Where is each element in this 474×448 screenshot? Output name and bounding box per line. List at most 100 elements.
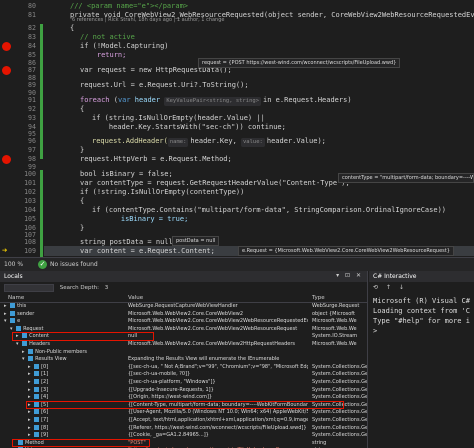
locals-row-type: System.Collections.Generi xyxy=(312,432,368,439)
expand-chevron-icon[interactable]: ▸ xyxy=(4,311,8,317)
editor-gutter[interactable]: 80 81 82 83 84 85 86 87 88 89 90 91 92 93 94 95 96 97 98 99… xyxy=(0,0,44,257)
line-number: 98 xyxy=(28,155,36,163)
expand-chevron-icon[interactable]: ▸ xyxy=(28,402,32,408)
breakpoint-icon[interactable] xyxy=(2,155,11,164)
column-type[interactable]: Type xyxy=(312,295,325,301)
locals-row-name: ▸ [1] xyxy=(28,371,49,378)
datatip-post-data[interactable]: postData = null xyxy=(172,236,220,246)
locals-row[interactable]: ▸ [3] {[Upgrade-Insecure-Requests, 1]} Sys… xyxy=(0,386,368,395)
datatip-content-type[interactable]: contentType = "multipart/form-data; boun… xyxy=(338,173,474,183)
locals-row-name: ▸ this xyxy=(4,303,27,309)
breakpoint-icon[interactable] xyxy=(2,66,11,75)
locals-row[interactable]: ▸ Content null System.IO.Stream xyxy=(0,333,367,341)
locals-row[interactable]: ▾ e Microsoft.Web.WebView2.Core.CoreWebVi… xyxy=(0,318,367,326)
locals-row-name: ▸ [8] xyxy=(28,424,49,431)
locals-title: Locals xyxy=(4,273,23,280)
locals-row[interactable]: ▸ [2] {[sec-ch-ua-platform, "Windows"]} Sy… xyxy=(0,379,368,387)
search-depth-value[interactable]: 3 xyxy=(105,285,109,291)
interactive-prompt[interactable]: > xyxy=(373,327,377,335)
expand-chevron-icon[interactable]: ▸ xyxy=(28,394,32,400)
issues-status[interactable]: No issues found xyxy=(50,261,98,268)
expand-chevron-icon[interactable]: ▸ xyxy=(16,333,20,339)
expand-chevron-icon[interactable]: ▸ xyxy=(28,387,32,393)
field-icon xyxy=(10,318,16,324)
expand-chevron-icon[interactable]: ▸ xyxy=(4,303,8,309)
expand-chevron-icon[interactable]: ▸ xyxy=(28,379,32,385)
expand-chevron-icon[interactable]: ▾ xyxy=(16,341,20,347)
field-icon xyxy=(34,409,40,415)
locals-row[interactable]: ▸ Non-Public members xyxy=(0,348,367,357)
locals-row-value: {[sec-ch-ua-platform, "Windows"]} xyxy=(128,379,216,385)
locals-row-value: "POST" xyxy=(128,439,146,446)
interactive-toolbar[interactable]: ⟲ ↑ ↓ xyxy=(369,282,474,294)
field-icon xyxy=(34,394,40,400)
field-icon xyxy=(28,356,34,362)
zoom-level[interactable]: 100 % xyxy=(4,261,23,268)
code-line-89[interactable]: request.Url = e.Request.Uri?.ToString(); xyxy=(70,81,474,91)
expand-chevron-icon[interactable]: ▸ xyxy=(28,371,32,377)
locals-row[interactable]: ▸ [6] {[User-Agent, Mozilla/5.0 (Windows … xyxy=(0,409,367,417)
locals-row-value: WebSurge.RequestCaptureWebViewHandler xyxy=(128,303,238,309)
expand-chevron-icon[interactable]: ▸ xyxy=(28,417,32,423)
interactive-title: C# Interactive xyxy=(369,271,474,282)
locals-row[interactable]: ▸ [9] {[Cookie, _ga=GA1.2.84965...]} Syste… xyxy=(0,432,368,440)
locals-row[interactable]: ▸ [0] {[sec-ch-ua, " Not A;Brand";v="99",… xyxy=(0,363,367,372)
field-icon xyxy=(10,303,16,308)
locals-row-type: System.Collections.Generi xyxy=(312,386,368,393)
line-number: 93 xyxy=(28,114,36,122)
breakpoint-icon[interactable] xyxy=(2,42,11,51)
field-icon xyxy=(18,439,23,445)
expand-chevron-icon[interactable]: ▸ xyxy=(28,364,32,370)
locals-row[interactable]: ▸ [8] {[Referer, https://west-wind.com/wc… xyxy=(0,424,367,433)
no-issues-icon: ✓ xyxy=(38,260,47,269)
locals-row-name: ▸ Non-Public members xyxy=(22,348,87,355)
locals-row[interactable]: ▸ [7] {[Accept, text/html,application/xht… xyxy=(0,417,367,425)
field-icon xyxy=(10,310,16,316)
field-icon xyxy=(34,386,40,392)
datatip-request-content[interactable]: e.Request = {Microsoft.Web.WebView2.Core… xyxy=(238,246,454,256)
expand-chevron-icon[interactable]: ▾ xyxy=(22,356,26,362)
editor-status-bar: 100 % ✓ No issues found xyxy=(0,257,474,271)
locals-search-input[interactable] xyxy=(4,284,54,292)
locals-row[interactable]: ▾ Results View Expanding the Results View… xyxy=(0,356,367,364)
line-number: 105 xyxy=(24,215,36,223)
locals-row[interactable]: ▸ sender Microsoft.Web.WebView2.Core.Core… xyxy=(0,310,367,319)
line-number: 89 xyxy=(28,81,36,89)
locals-row[interactable]: ▾ Headers Microsoft.Web.WebView2.Core.Cor… xyxy=(0,341,367,349)
csharp-interactive-window: C# Interactive ⟲ ↑ ↓ Microsoft (R) Visua… xyxy=(369,271,474,448)
expand-chevron-icon[interactable]: ▸ xyxy=(28,425,32,431)
locals-row-type: string xyxy=(312,439,327,446)
locals-row[interactable]: ▸ [1] {[sec-ch-ua-mobile, ?0]} System.Coll… xyxy=(0,371,367,379)
locals-row[interactable]: ▸ [4] {[Origin, https://west-wind.com]} Sy… xyxy=(0,394,367,402)
datatip-request[interactable]: request = {POST https://west-wind.com/wc… xyxy=(198,58,401,68)
code-line-98[interactable]: request.HttpVerb = e.Request.Method; xyxy=(70,155,474,165)
expand-chevron-icon[interactable]: ▸ xyxy=(22,349,26,355)
interactive-output-line: Type "#help" for more i xyxy=(373,317,470,325)
locals-row[interactable]: ▾ Request Microsoft.Web.WebView2.Core.Cor… xyxy=(0,325,367,334)
line-number: 100 xyxy=(24,170,36,178)
locals-row[interactable]: ▸ [5] {[Content-Type, multipart/form-data… xyxy=(0,401,368,410)
expand-chevron-icon[interactable]: ▸ xyxy=(28,432,32,438)
line-number: 80 xyxy=(28,2,36,10)
expand-chevron-icon[interactable]: ▾ xyxy=(10,326,14,332)
locals-row-type: System.Collections.Generi xyxy=(312,401,368,408)
locals-row[interactable]: ▸ this WebSurge.RequestCaptureWebViewHand… xyxy=(0,303,367,311)
expand-chevron-icon[interactable]: ▸ xyxy=(28,409,32,415)
code-editor[interactable]: 80 81 82 83 84 85 86 87 88 89 90 91 92 93 94 95 96 97 98 99… xyxy=(0,0,474,257)
field-icon xyxy=(34,363,40,369)
window-controls-icon[interactable]: ▾ ⊡ ✕ xyxy=(336,272,363,279)
locals-row-name: ▸ [9] xyxy=(28,432,49,439)
locals-row-type: System.Collections.Generi xyxy=(312,379,368,385)
code-line-94[interactable]: header.Key.StartsWith("sec-ch")) continu… xyxy=(70,123,474,133)
locals-row-value: {[Accept, text/html,application/xhtml+xm… xyxy=(128,417,308,423)
code-line-81[interactable]: private void CoreWebView2_WebResourceReq… xyxy=(70,11,474,21)
locals-row-value: Expanding the Results View will enumerat… xyxy=(128,356,280,363)
column-name[interactable]: Name xyxy=(8,295,24,301)
locals-row-name: Method xyxy=(16,439,44,448)
locals-row-value: Microsoft.Web.WebView2.Core.CoreWebView2… xyxy=(128,325,298,332)
code-line-106[interactable]: } xyxy=(70,224,474,234)
column-value[interactable]: Value xyxy=(128,295,143,301)
field-icon xyxy=(16,325,22,331)
expand-chevron-icon[interactable]: ▾ xyxy=(4,318,8,324)
locals-row[interactable]: Method "POST" string xyxy=(0,439,367,448)
